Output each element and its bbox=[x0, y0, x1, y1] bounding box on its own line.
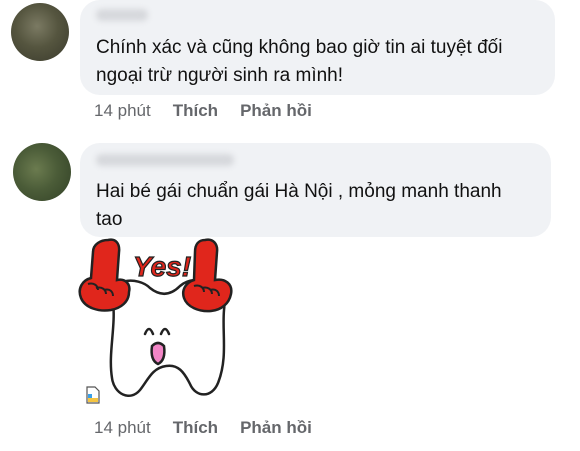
mouth bbox=[150, 341, 166, 366]
comment-actions: 14 phút Thích Phản hồi bbox=[94, 101, 312, 121]
author-name-blurred[interactable] bbox=[96, 154, 234, 166]
comment-text: Chính xác và cũng không bao giờ tin ai t… bbox=[96, 37, 503, 86]
reply-button[interactable]: Phản hồi bbox=[240, 418, 312, 438]
comment-text: Hai bé gái chuẩn gái Hà Nội , mỏng manh … bbox=[96, 181, 502, 230]
avatar[interactable] bbox=[11, 3, 69, 61]
comment-bubble: Chính xác và cũng không bao giờ tin ai t… bbox=[80, 0, 555, 95]
author-name-blurred[interactable] bbox=[96, 9, 148, 21]
comment-time[interactable]: 14 phút bbox=[94, 101, 151, 121]
comment-thread: Chính xác và cũng không bao giờ tin ai t… bbox=[0, 0, 580, 451]
like-button[interactable]: Thích bbox=[173, 418, 218, 438]
comment-bubble: Hai bé gái chuẩn gái Hà Nội , mỏng manh … bbox=[80, 143, 551, 237]
reply-button[interactable]: Phản hồi bbox=[240, 101, 312, 121]
like-button[interactable]: Thích bbox=[173, 101, 218, 121]
comment-time[interactable]: 14 phút bbox=[94, 418, 151, 438]
yes-sticker[interactable]: Yes! bbox=[78, 238, 248, 408]
left-foam-finger-icon bbox=[78, 238, 131, 312]
sticker-text: Yes! bbox=[133, 251, 191, 282]
comment-actions: 14 phút Thích Phản hồi bbox=[94, 418, 312, 438]
file-icon[interactable] bbox=[86, 386, 100, 404]
avatar[interactable] bbox=[13, 143, 71, 201]
